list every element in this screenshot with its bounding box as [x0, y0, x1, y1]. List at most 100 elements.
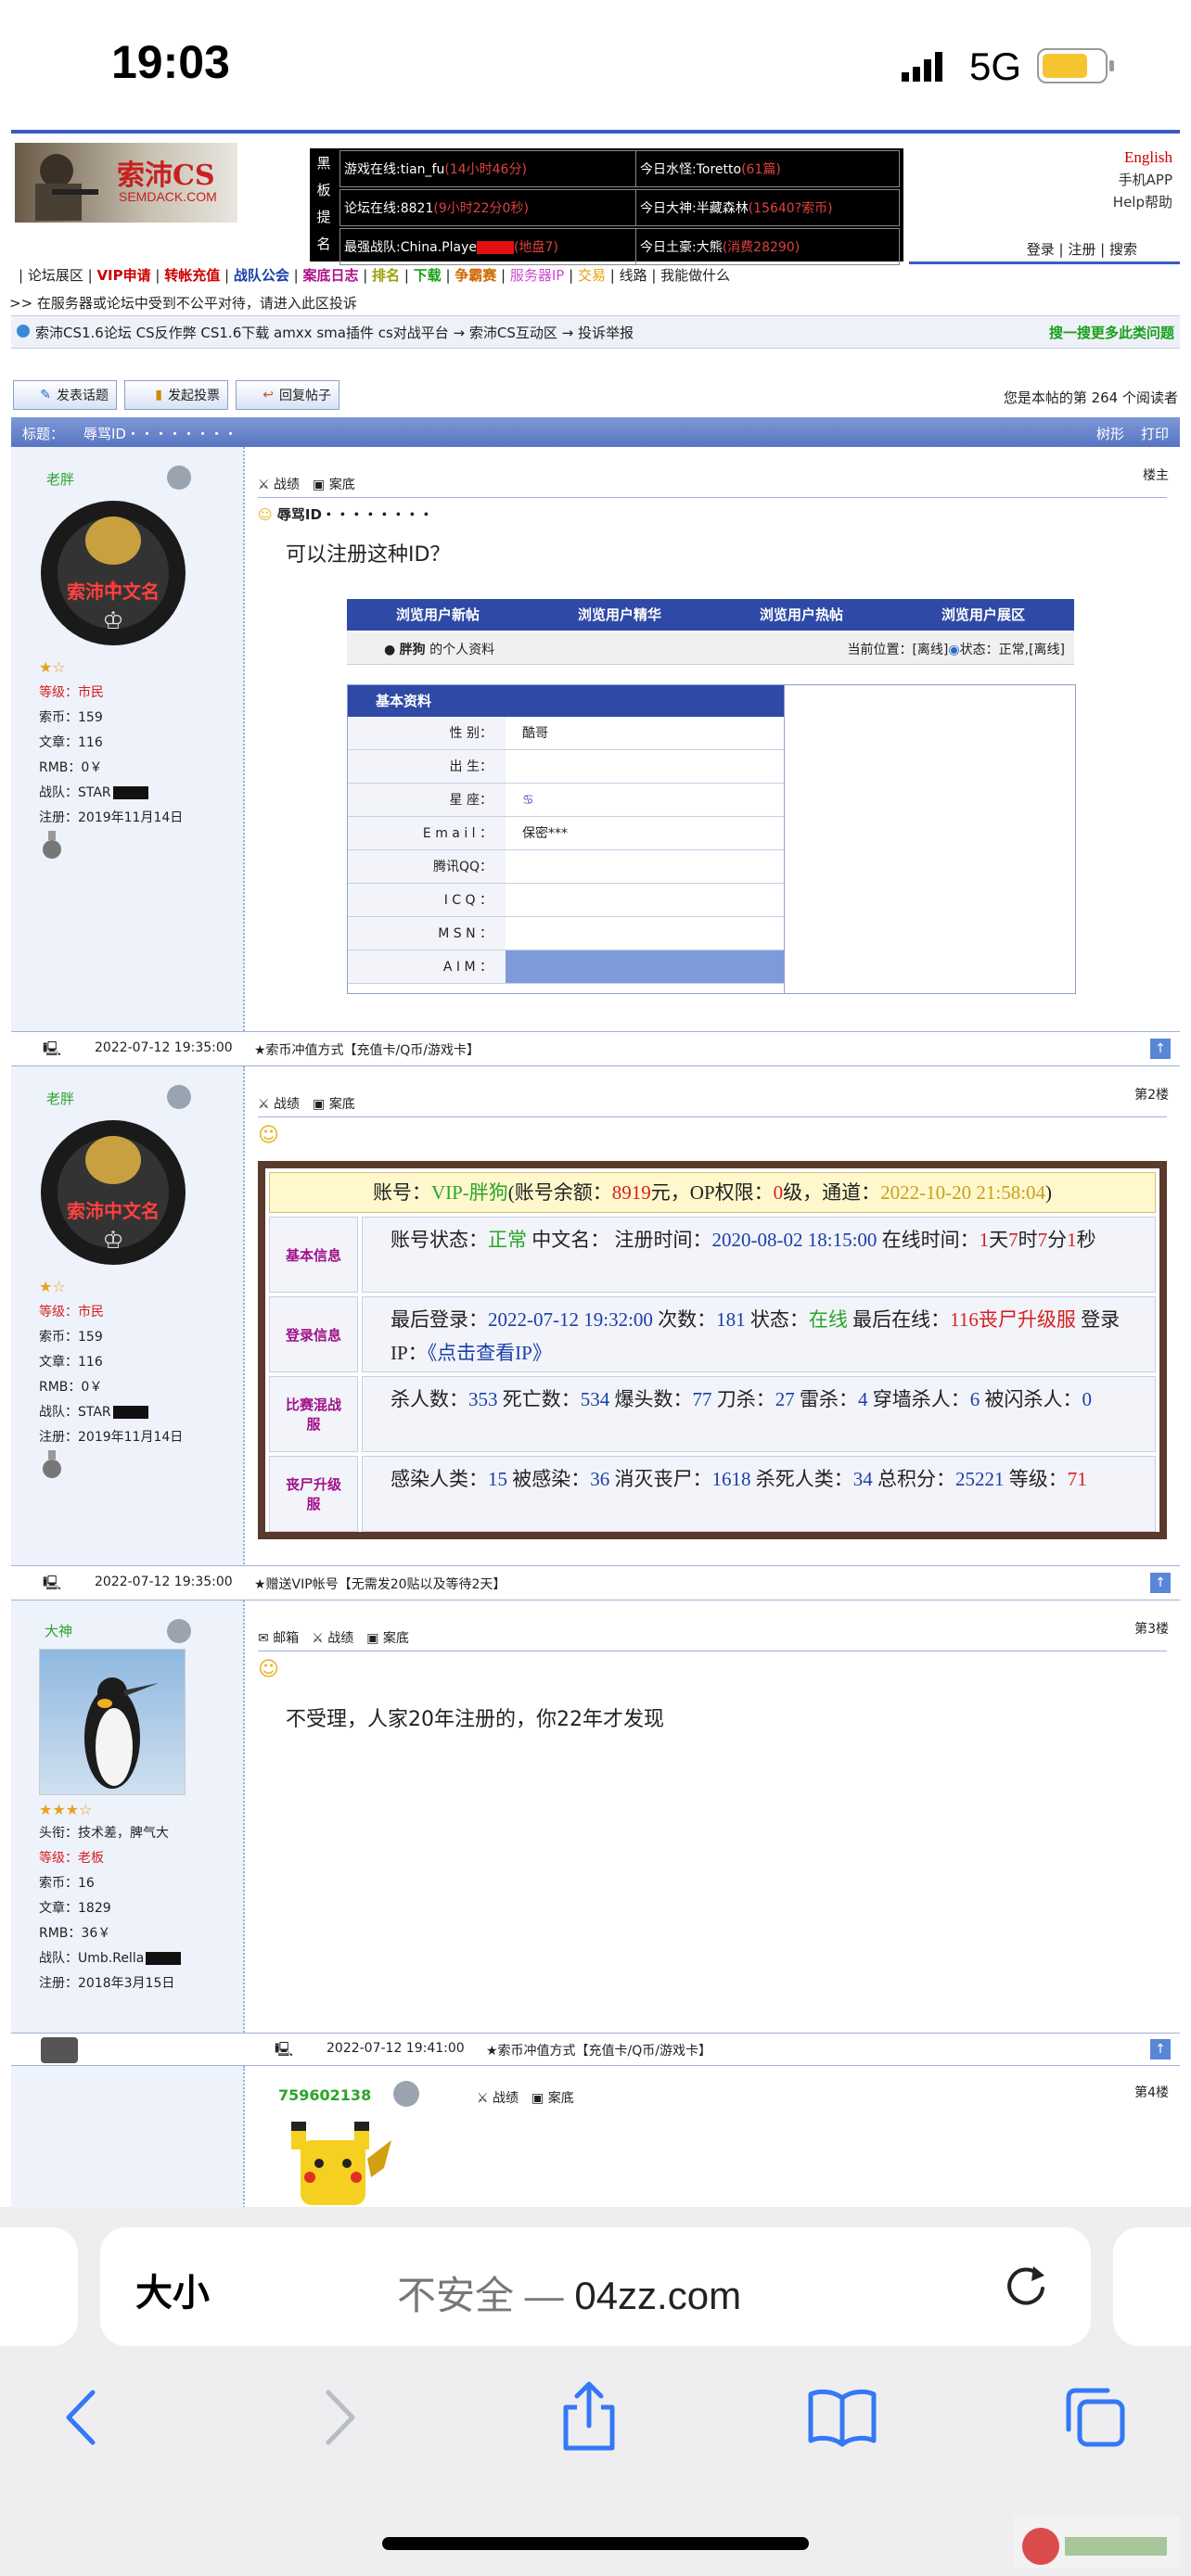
avatar[interactable]: ♔ 索沛中文名 — [39, 1118, 187, 1267]
bookmarks-icon[interactable] — [805, 2387, 879, 2448]
nav-item[interactable]: 转帐充值 — [164, 267, 220, 284]
account-section-text: 最后在线： — [847, 1308, 951, 1331]
rmb: RMB：0￥ — [39, 1380, 103, 1395]
help-link[interactable]: Help帮助 — [1113, 191, 1172, 213]
account-section-text: 杀死人类： — [750, 1468, 853, 1490]
nav-item[interactable]: 交易 — [578, 267, 606, 284]
account-section-text: 116丧尸升级服 — [950, 1308, 1076, 1331]
board-tag: (9小时22分0秒) — [433, 201, 529, 216]
nav-item[interactable]: 战队公会 — [234, 267, 289, 284]
nav-item[interactable]: 线路 — [620, 267, 647, 284]
record-link[interactable]: ▣ 案底 — [313, 475, 355, 493]
address-bar[interactable]: 大小 不安全 — 04zz.com — [100, 2227, 1091, 2346]
pikachu-avatar[interactable] — [282, 2122, 393, 2207]
board-cell[interactable]: 今日水怪:Toretto — [640, 162, 741, 177]
author-name[interactable]: 老胖 — [46, 469, 74, 489]
nav-item[interactable]: 论坛展区 — [28, 267, 83, 284]
back-to-top-icon[interactable]: ↑ — [1150, 1573, 1171, 1593]
next-tab-peek[interactable] — [1113, 2227, 1191, 2346]
search-more-link[interactable]: 搜一搜更多此类问题 — [1049, 323, 1174, 342]
url-text: 04zz.com — [574, 2274, 742, 2317]
user-avatar-icon: ● — [384, 643, 396, 657]
print-link[interactable]: 打印 — [1141, 424, 1169, 443]
post-author-panel: 大神 ★★★☆ 头衔：技术差，脾气大 等级：老板 索币：16 文章：1829 R… — [11, 1600, 245, 2036]
author-stats: 等级：市民 索币：159 文章：116 RMB：0￥ 战队：STAR 注册：20… — [39, 1300, 183, 1450]
account-section-text: 534 — [580, 1388, 610, 1410]
soldier-icon: ⚔ — [477, 2091, 489, 2106]
account-section-text[interactable]: 《点击查看IP》 — [428, 1342, 552, 1364]
register-link[interactable]: 注册 — [1068, 241, 1095, 258]
forward-icon[interactable] — [312, 2385, 367, 2450]
team[interactable]: 战队：STAR — [39, 785, 111, 800]
tab-user-best[interactable]: 浏览用户精华 — [529, 599, 711, 631]
url-display[interactable]: 不安全 — 04zz.com — [397, 2264, 741, 2321]
board-cell[interactable]: 论坛在线:8821 — [344, 201, 433, 216]
nav-item[interactable]: 服务器IP — [510, 267, 564, 284]
site-logo[interactable]: 索沛CS SEMDACK.COM — [15, 143, 237, 223]
footer-ad-link[interactable]: ★索币冲值方式【充值卡/Q币/游戏卡】 — [486, 2041, 711, 2060]
english-link[interactable]: English — [1113, 147, 1172, 169]
share-icon[interactable] — [557, 2379, 621, 2454]
mobile-app-link[interactable]: 手机APP — [1113, 169, 1172, 191]
nav-item[interactable]: VIP申请 — [96, 267, 150, 284]
breadcrumb-path[interactable]: 索沛CS1.6论坛 CS反作弊 CS1.6下载 amxx sma插件 cs对战平… — [35, 323, 634, 342]
avatar[interactable] — [39, 1649, 186, 1795]
tree-view-link[interactable]: 树形 — [1096, 424, 1124, 443]
team[interactable]: 战队：STAR — [39, 1405, 111, 1420]
board-cell[interactable]: 游戏在线:tian_fu — [344, 162, 444, 177]
stats-link[interactable]: ⚔ 战绩 — [477, 2088, 519, 2107]
stats-link[interactable]: ⚔ 战绩 — [258, 1094, 300, 1113]
tab-user-gallery[interactable]: 浏览用户展区 — [892, 599, 1074, 631]
tabs-icon[interactable] — [1061, 2383, 1130, 2452]
info-row: 星 座： ♋ — [348, 784, 784, 817]
team-badge-icon — [112, 786, 148, 799]
prev-tab-peek[interactable] — [0, 2227, 78, 2346]
new-topic-button[interactable]: ✎ 发表话题 — [13, 380, 117, 410]
board-cell[interactable]: 今日大神:半藏森林 — [640, 201, 749, 216]
author-name[interactable]: 大神 — [45, 1621, 72, 1640]
field-value: 保密*** — [506, 817, 784, 850]
footer-ad-link[interactable]: ★索币冲值方式【充值卡/Q币/游戏卡】 — [254, 1040, 480, 1059]
stats-link[interactable]: ⚔ 战绩 — [312, 1628, 353, 1647]
author-name[interactable]: 老胖 — [46, 1089, 74, 1108]
reload-icon[interactable] — [1000, 2259, 1052, 2311]
nav-item[interactable]: 下载 — [414, 267, 442, 284]
record-link[interactable]: ▣ 案底 — [366, 1628, 409, 1647]
board-cell[interactable]: 最强战队:China.Playe — [344, 240, 477, 255]
author-name[interactable]: 759602138 — [278, 2086, 371, 2104]
account-section-text: 状态： — [745, 1308, 809, 1331]
nav-item[interactable]: 争霸赛 — [455, 267, 496, 284]
text-size-button[interactable]: 大小 — [135, 2263, 210, 2316]
profile-owner[interactable]: 胖狗 — [400, 643, 426, 657]
level-value: 市民 — [78, 1305, 104, 1320]
avatar[interactable]: ♦ ♔ 索沛中文名 — [39, 499, 187, 647]
record-link[interactable]: ▣ 案底 — [531, 2088, 574, 2107]
record-link[interactable]: ▣ 案底 — [313, 1094, 355, 1113]
smiley-icon: ☺ — [258, 1124, 279, 1147]
nav-item[interactable]: 排名 — [372, 267, 400, 284]
nav-item[interactable]: 案底日志 — [302, 267, 358, 284]
stats-link[interactable]: ⚔ 战绩 — [258, 475, 300, 493]
back-to-top-icon[interactable]: ↑ — [1150, 1039, 1171, 1059]
articles: 文章：116 — [39, 735, 103, 750]
board-cell[interactable]: 今日土豪:大熊 — [640, 240, 723, 255]
back-to-top-icon[interactable]: ↑ — [1150, 2039, 1171, 2060]
reply-button[interactable]: ↩ 回复帖子 — [236, 380, 339, 410]
search-link[interactable]: 搜索 — [1109, 241, 1137, 258]
login-link[interactable]: 登录 — [1027, 241, 1055, 258]
post-footer: 🖳 2022-07-12 19:35:00 ★索币冲值方式【充值卡/Q币/游戏卡… — [11, 1031, 1180, 1066]
mail-link[interactable]: ✉ 邮箱 — [258, 1628, 299, 1647]
board-label-char: 黑 — [316, 155, 331, 172]
new-poll-button[interactable]: ▮ 发起投票 — [124, 380, 228, 410]
tab-user-hot[interactable]: 浏览用户热帖 — [711, 599, 892, 631]
nav-item[interactable]: 我能做什么 — [660, 267, 730, 284]
account-section-text: 中文名： 注册时间： — [527, 1229, 712, 1251]
tab-user-posts[interactable]: 浏览用户新帖 — [347, 599, 529, 631]
thread-title-bar: 标题： 辱骂ID・・・・・・・・ 树形 打印 — [11, 417, 1180, 447]
post-divider — [258, 497, 1167, 498]
account-section-value: 账号状态：正常 中文名： 注册时间：2020-08-02 18:15:00 在线… — [362, 1217, 1156, 1293]
footer-ad-link[interactable]: ★赠送VIP帐号【无需发20贴以及等待2天】 — [254, 1575, 506, 1593]
monitor-icon: ▣ — [531, 2091, 544, 2106]
back-icon[interactable] — [56, 2385, 111, 2450]
team[interactable]: 战队：Umb.Rella — [39, 1951, 144, 1966]
